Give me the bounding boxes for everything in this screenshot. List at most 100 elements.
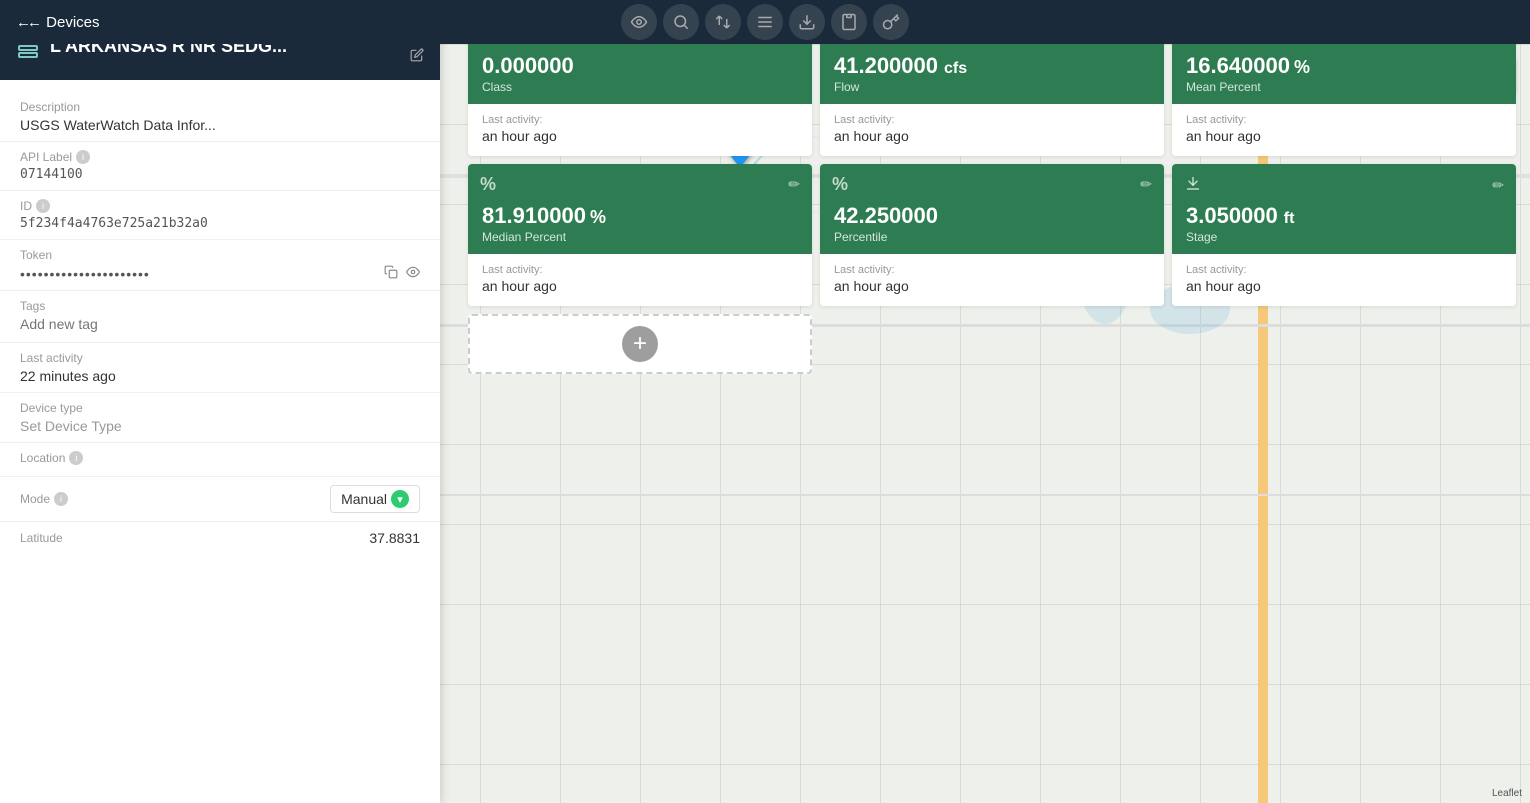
card-percentile-header: % ✏ 42.250000 Percentile: [820, 164, 1164, 254]
card-class-activity-label: Last activity:: [482, 114, 798, 126]
topbar-icons: [621, 4, 909, 40]
card-percentile-activity-label: Last activity:: [834, 264, 1150, 276]
mode-label: Mode i: [20, 492, 68, 506]
card-class-name: Class: [482, 80, 798, 94]
latitude-field: Latitude 37.8831: [0, 522, 440, 554]
clipboard-icon[interactable]: [831, 4, 867, 40]
mode-select[interactable]: Manual ▾: [330, 485, 420, 513]
card-median-activity-value: an hour ago: [482, 278, 798, 294]
description-label: Description: [20, 100, 420, 114]
copy-token-icon[interactable]: [384, 265, 398, 282]
id-label: ID i: [20, 199, 420, 213]
card-mean-footer: Last activity: an hour ago: [1172, 104, 1516, 156]
description-value: USGS WaterWatch Data Infor...: [20, 117, 420, 133]
percent-icon-5: %: [832, 174, 848, 195]
card-stage-activity-value: an hour ago: [1186, 278, 1502, 294]
card-class-value: 0.000000: [482, 54, 798, 78]
card-median-activity-label: Last activity:: [482, 264, 798, 276]
mode-field: Mode i Manual ▾: [0, 477, 440, 522]
visibility-icon[interactable]: [621, 4, 657, 40]
list-icon[interactable]: [747, 4, 783, 40]
card-percentile-value: 42.250000: [834, 204, 1150, 228]
api-label-label: API Label i: [20, 150, 420, 164]
card-header-icons-5: % ✏: [832, 174, 1152, 195]
card-mean-activity-label: Last activity:: [1186, 114, 1502, 126]
card-median-percent: % ✏ 81.910000% Median Percent Last activ…: [468, 164, 812, 306]
id-info-icon: i: [36, 199, 50, 213]
device-type-field: Device type Set Device Type: [0, 393, 440, 443]
device-type-value[interactable]: Set Device Type: [20, 418, 420, 434]
token-dots: ••••••••••••••••••••••: [20, 266, 376, 282]
page-title: ← Devices: [27, 14, 100, 31]
card-mean-value: 16.640000%: [1186, 54, 1502, 78]
card-median-header: % ✏ 81.910000% Median Percent: [468, 164, 812, 254]
card-stage: ✏ 3.050000ft Stage Last activity: an hou…: [1172, 164, 1516, 306]
card-edit-icon-4[interactable]: ✏: [788, 176, 800, 193]
card-edit-icon-5[interactable]: ✏: [1140, 176, 1152, 193]
id-field: ID i 5f234f4a4763e725a21b32a0: [0, 191, 440, 240]
api-label-value: 07144100: [20, 167, 420, 182]
wave-stage-icon: [1184, 174, 1202, 197]
card-median-name: Median Percent: [482, 230, 798, 244]
card-median-footer: Last activity: an hour ago: [468, 254, 812, 306]
token-label: Token: [20, 248, 420, 262]
back-button[interactable]: ← ← Devices: [16, 14, 100, 31]
key-icon[interactable]: [873, 4, 909, 40]
card-edit-icon-6[interactable]: ✏: [1492, 177, 1504, 194]
card-flow-activity-value: an hour ago: [834, 128, 1150, 144]
latitude-value: 37.8831: [369, 530, 420, 546]
api-label-field: API Label i 07144100: [0, 142, 440, 191]
tags-field: Tags: [0, 291, 440, 343]
card-header-icons-4: % ✏: [480, 174, 800, 195]
search-icon[interactable]: [663, 4, 699, 40]
card-percentile: % ✏ 42.250000 Percentile Last activity: …: [820, 164, 1164, 306]
card-class-footer: Last activity: an hour ago: [468, 104, 812, 156]
card-percentile-footer: Last activity: an hour ago: [820, 254, 1164, 306]
location-info-icon: i: [69, 451, 83, 465]
topbar: ← ← Devices: [0, 0, 1530, 44]
side-panel: L ARKANSAS R NR SEDG... Description USGS…: [0, 0, 440, 803]
location-field: Location i: [0, 443, 440, 477]
card-stage-header: ✏ 3.050000ft Stage: [1172, 164, 1516, 254]
id-value: 5f234f4a4763e725a21b32a0: [20, 216, 420, 231]
card-stage-footer: Last activity: an hour ago: [1172, 254, 1516, 306]
mode-chevron-icon: ▾: [391, 490, 409, 508]
card-mean-activity-value: an hour ago: [1186, 128, 1502, 144]
cards-area: ✏ 0.000000 Class Last activity: an hour …: [468, 14, 1516, 374]
card-median-value: 81.910000%: [482, 204, 798, 228]
card-flow-footer: Last activity: an hour ago: [820, 104, 1164, 156]
percent-icon-4: %: [480, 174, 496, 195]
mode-value: Manual: [341, 491, 387, 507]
mode-row: Mode i Manual ▾: [20, 485, 420, 513]
device-type-label: Device type: [20, 401, 420, 415]
card-mean-name: Mean Percent: [1186, 80, 1502, 94]
card-header-icons-6: ✏: [1184, 174, 1504, 197]
transfer-icon[interactable]: [705, 4, 741, 40]
card-stage-name: Stage: [1186, 230, 1502, 244]
card-percentile-activity-value: an hour ago: [834, 278, 1150, 294]
location-label: Location i: [20, 451, 420, 465]
add-card: +: [468, 314, 812, 374]
last-activity-field: Last activity 22 minutes ago: [0, 343, 440, 393]
tags-label: Tags: [20, 299, 420, 313]
card-flow-activity-label: Last activity:: [834, 114, 1150, 126]
panel-edit-icon[interactable]: [410, 48, 424, 66]
card-stage-activity-label: Last activity:: [1186, 264, 1502, 276]
last-activity-label: Last activity: [20, 351, 420, 365]
card-class-activity-value: an hour ago: [482, 128, 798, 144]
description-field: Description USGS WaterWatch Data Infor..…: [0, 92, 440, 142]
map-attribution: Leaflet: [1492, 788, 1522, 799]
mode-info-icon: i: [54, 492, 68, 506]
tags-input[interactable]: [20, 316, 420, 332]
add-card-button[interactable]: +: [622, 326, 658, 362]
token-row: ••••••••••••••••••••••: [20, 265, 420, 282]
card-flow-name: Flow: [834, 80, 1150, 94]
download-icon[interactable]: [789, 4, 825, 40]
show-token-icon[interactable]: [406, 265, 420, 282]
token-field: Token ••••••••••••••••••••••: [0, 240, 440, 291]
card-percentile-name: Percentile: [834, 230, 1150, 244]
last-activity-value: 22 minutes ago: [20, 368, 420, 384]
api-label-info-icon: i: [76, 150, 90, 164]
latitude-row: Latitude 37.8831: [20, 530, 420, 546]
card-stage-value: 3.050000ft: [1186, 204, 1502, 228]
